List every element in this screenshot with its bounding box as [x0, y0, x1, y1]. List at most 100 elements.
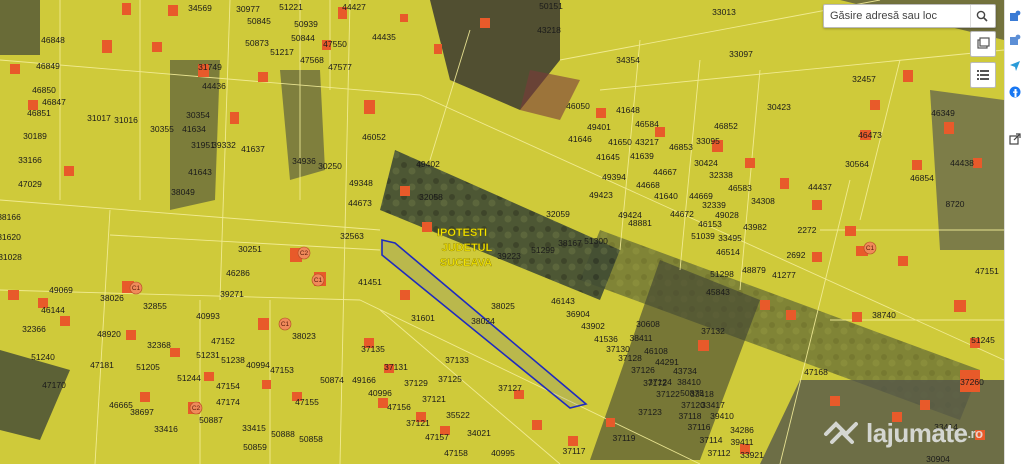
send-icon[interactable]	[1009, 60, 1021, 72]
parcel-label: 31601	[411, 313, 435, 323]
side-strip	[1004, 0, 1024, 464]
parcel-label: 46473	[858, 130, 882, 140]
parcel-label: 39271	[220, 289, 244, 299]
parcel-label: 37260	[960, 377, 984, 387]
parcel-label: 34286	[730, 425, 754, 435]
parcel-label: 30354	[186, 110, 210, 120]
parcel-label: 38167	[558, 238, 582, 248]
parcel-label: 50858	[299, 434, 323, 444]
parcel-label: 35522	[446, 410, 470, 420]
parcel-label: 50859	[243, 442, 267, 452]
parcel-label: 51231	[196, 350, 220, 360]
parcel-label: 46848	[41, 35, 65, 45]
parcel-label: 48881	[628, 218, 652, 228]
parcel-label: 30251	[238, 244, 262, 254]
parcel-label: 38049	[171, 187, 195, 197]
parcel-label: 30608	[636, 319, 660, 329]
parcel-label: 44435	[372, 32, 396, 42]
parcel-label: 51238	[221, 355, 245, 365]
parcel-label: 51217	[270, 47, 294, 57]
parcel-label: 33415	[242, 423, 266, 433]
parcel-label: 30355	[150, 124, 174, 134]
puzzle-icon[interactable]	[1009, 10, 1021, 22]
parcel-label: 43217	[635, 137, 659, 147]
parcel-label: 41536	[594, 334, 618, 344]
place-label-line: IPOTESTI	[437, 227, 487, 239]
parcel-label: 37112	[707, 448, 730, 458]
parcel-label: 47568	[300, 55, 324, 65]
parcel-label: 50874	[320, 375, 344, 385]
parcel-label: 47029	[18, 179, 42, 189]
parcel-label: 32339	[702, 200, 726, 210]
parcel-label: 33495	[718, 233, 742, 243]
parcel-label: 30189	[23, 131, 47, 141]
parcel-label: 44667	[653, 167, 677, 177]
parcel-label: 39223	[497, 251, 521, 261]
parcel-label: 37123	[638, 407, 662, 417]
parcel-label: 37126	[631, 365, 655, 375]
cadastral-map[interactable]: C2 C1 C1 C1 C2 C1 IPOTESTI JUDETUL SUCEAVA 3456…	[0, 0, 1004, 464]
parcel-label: 37122	[656, 389, 680, 399]
lajumate-logo-icon	[824, 420, 858, 444]
parcel-label: 46153	[698, 219, 722, 229]
parcel-label: 38166	[0, 212, 21, 222]
parcel-label: 43218	[537, 25, 561, 35]
parcel-label: 51298	[710, 269, 734, 279]
parcel-label: 38026	[100, 293, 124, 303]
parcel-label: 36904	[566, 309, 590, 319]
external-link-icon[interactable]	[1009, 133, 1021, 145]
search-button[interactable]	[970, 5, 993, 27]
parcel-label: 37127	[498, 383, 522, 393]
puzzle-icon[interactable]	[1009, 34, 1021, 46]
parcel-label: 38410	[677, 377, 701, 387]
parcel-label: 44436	[202, 81, 226, 91]
parcel-label: 46583	[728, 183, 752, 193]
parcel-label: 8720	[946, 199, 965, 209]
parcel-label: 47158	[444, 448, 468, 458]
parcel-label: 50873	[245, 38, 269, 48]
parcel-label: 2272	[798, 225, 817, 235]
parcel-label: 38024	[471, 316, 495, 326]
parcel-label: 39410	[710, 411, 734, 421]
parcel-label: 46052	[362, 132, 386, 142]
parcel-label: 44672	[670, 209, 694, 219]
parcel-label: 30250	[318, 161, 342, 171]
parcel-label: 50939	[294, 19, 318, 29]
parcel-label: 47577	[328, 62, 352, 72]
list-button[interactable]	[970, 62, 996, 88]
facebook-icon[interactable]	[1009, 86, 1021, 98]
parcel-label: 32366	[22, 324, 46, 334]
parcel-label: 41639	[630, 151, 654, 161]
search-box[interactable]	[823, 4, 996, 28]
parcel-label: 37172	[643, 378, 667, 388]
parcel-label: 34569	[188, 3, 212, 13]
parcel-label: 37117	[562, 446, 585, 456]
layers-button[interactable]	[970, 31, 996, 57]
parcel-label: 50844	[291, 33, 315, 43]
parcel-label: 50845	[247, 16, 271, 26]
parcel-label: 40994	[246, 360, 270, 370]
parcel-label: 33097	[729, 49, 753, 59]
parcel-label: 51039	[691, 231, 715, 241]
building-marker: C1	[866, 245, 875, 252]
parcel-label: 51221	[279, 2, 303, 12]
parcel-label: 41277	[772, 270, 796, 280]
parcel-label: 47170	[42, 380, 66, 390]
parcel-label: 43734	[673, 366, 697, 376]
parcel-label: 31620	[0, 232, 21, 242]
parcel-label: 33095	[696, 136, 720, 146]
parcel-label: 49069	[49, 285, 73, 295]
parcel-label: 46143	[551, 296, 575, 306]
parcel-label: 47151	[975, 266, 999, 276]
building-marker: C2	[192, 405, 201, 412]
search-input[interactable]	[824, 10, 970, 22]
parcel-label: 32563	[340, 231, 364, 241]
parcel-label: 49394	[602, 172, 626, 182]
parcel-label: 51299	[531, 245, 555, 255]
parcel-label: 47156	[387, 402, 411, 412]
parcel-label: 33166	[18, 155, 42, 165]
parcel-label: 38411	[629, 333, 652, 343]
parcel-label: 33418	[690, 389, 714, 399]
parcel-label: 33416	[154, 424, 178, 434]
parcel-label: 47550	[323, 39, 347, 49]
